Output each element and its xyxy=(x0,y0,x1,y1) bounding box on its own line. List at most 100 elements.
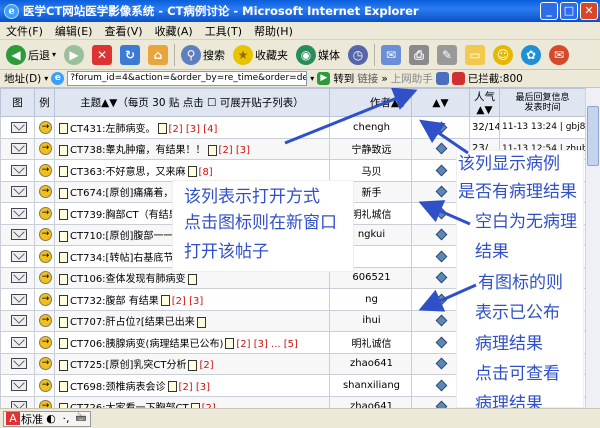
print-button[interactable]: ⎙ xyxy=(407,43,431,67)
open-new-window-icon[interactable]: → xyxy=(39,142,52,156)
pathology-result-icon[interactable] xyxy=(435,250,448,262)
pathology-result-icon[interactable] xyxy=(435,336,448,348)
links-label[interactable]: 链接 xyxy=(357,71,378,86)
pathology-result-icon[interactable] xyxy=(435,379,448,391)
messenger-button[interactable]: ☺ xyxy=(491,43,515,67)
row-author-cell[interactable]: zhao641 xyxy=(329,395,412,408)
minimize-button[interactable]: _ xyxy=(540,2,558,20)
favorites-button[interactable]: ★ 收藏夹 xyxy=(231,43,290,67)
discuss-button[interactable]: ✉ xyxy=(547,43,571,67)
row-subject-cell[interactable]: CT725:[原创]乳突CT分析 [2] xyxy=(54,352,330,375)
ime-mode-icon[interactable]: A xyxy=(6,412,20,425)
row-author-cell[interactable]: ihui xyxy=(329,309,412,332)
row-subject-cell[interactable]: CT707:肝占位?[结果已出来 xyxy=(54,309,330,332)
row-open-cell[interactable]: → xyxy=(34,137,55,160)
pathology-result-icon[interactable] xyxy=(435,357,448,370)
row-subject-cell[interactable]: CT738:睾丸肿瘤，有结果！！ [2] [3] xyxy=(54,137,330,160)
upload-helper[interactable]: 上网助手 xyxy=(391,71,433,86)
row-subject-cell[interactable]: CT431:左肺病变。 [2] [3] [4] xyxy=(54,116,330,139)
row-open-cell[interactable]: → xyxy=(34,202,55,225)
open-new-window-icon[interactable]: → xyxy=(39,378,52,392)
mail-button[interactable]: ✉ xyxy=(379,43,403,67)
row-author-cell[interactable]: 明礼诚信 xyxy=(329,331,412,354)
pathology-result-icon[interactable] xyxy=(435,164,448,176)
row-open-cell[interactable]: → xyxy=(34,395,55,408)
pathology-result-icon[interactable] xyxy=(435,271,448,284)
header-views[interactable]: 人气▲▼ xyxy=(469,88,500,117)
row-subject-cell[interactable]: CT363:不好意思，又来麻 [8] xyxy=(54,159,330,182)
page-list-icon[interactable] xyxy=(188,359,198,371)
address-dropdown-icon[interactable]: ▾ xyxy=(310,74,314,83)
page-list-icon[interactable] xyxy=(187,273,197,285)
forward-button[interactable]: ▶ xyxy=(62,43,86,67)
header-subject[interactable]: 主题▲▼（每页 30 贴 点击 ☐ 可展开贴子列表） xyxy=(54,88,330,117)
row-open-cell[interactable]: → xyxy=(34,309,55,332)
folder-button[interactable]: ▭ xyxy=(463,43,487,67)
pathology-result-icon[interactable] xyxy=(435,400,448,408)
back-button[interactable]: ◀ 后退 ▾ xyxy=(4,43,58,67)
edit-button[interactable]: ✎ xyxy=(435,43,459,67)
pathology-result-icon[interactable] xyxy=(435,121,448,133)
row-subject-cell[interactable]: CT732:腹部 有结果 [2] [3] xyxy=(54,288,330,311)
row-author-cell[interactable]: chengh xyxy=(329,116,412,139)
pathology-result-icon[interactable] xyxy=(435,314,448,327)
open-new-window-icon[interactable]: → xyxy=(39,206,52,220)
page-list-icon[interactable] xyxy=(196,316,206,328)
row-open-cell[interactable]: → xyxy=(34,180,55,203)
open-new-window-icon[interactable]: → xyxy=(39,163,52,177)
pathology-result-icon[interactable] xyxy=(435,293,448,305)
open-new-window-icon[interactable]: → xyxy=(39,271,52,285)
open-new-window-icon[interactable]: → xyxy=(39,314,52,328)
pathology-result-icon[interactable] xyxy=(435,207,448,219)
stop-button[interactable]: ✕ xyxy=(90,43,114,67)
media-button[interactable]: ◉ 媒体 xyxy=(294,43,342,67)
page-list-icon[interactable] xyxy=(187,166,197,178)
ime-toolbar[interactable]: A 标准 ◐ ·, 🖮 xyxy=(3,410,91,427)
menu-favorites[interactable]: 收藏(A) xyxy=(155,23,193,39)
open-new-window-icon[interactable]: → xyxy=(39,228,52,242)
pathology-result-icon[interactable] xyxy=(435,228,448,241)
row-last-reply-cell[interactable]: 11-13 13:24 | gbj8004 xyxy=(499,116,586,139)
row-open-cell[interactable]: → xyxy=(34,288,55,311)
go-button[interactable]: 转到 xyxy=(333,71,354,86)
menu-file[interactable]: 文件(F) xyxy=(6,23,43,39)
search-button[interactable]: ⚲ 搜索 xyxy=(179,43,227,67)
row-open-cell[interactable]: → xyxy=(34,352,55,375)
row-open-cell[interactable]: → xyxy=(34,159,55,182)
chevron-right-icon[interactable]: » xyxy=(381,73,387,85)
row-pathology-cell[interactable] xyxy=(411,116,470,139)
page-list-icon[interactable] xyxy=(225,338,235,350)
row-open-cell[interactable]: → xyxy=(34,331,55,354)
menu-edit[interactable]: 编辑(E) xyxy=(55,23,93,39)
open-new-window-icon[interactable]: → xyxy=(39,292,52,306)
maximize-button[interactable]: □ xyxy=(560,2,578,20)
menu-view[interactable]: 查看(V) xyxy=(104,23,142,39)
page-list-icon[interactable] xyxy=(167,381,177,393)
row-open-cell[interactable]: → xyxy=(34,245,55,268)
pathology-result-icon[interactable] xyxy=(435,142,448,155)
row-subject-cell[interactable]: CT726:大家看一下胸部CT[2] xyxy=(54,395,330,408)
vertical-scrollbar[interactable] xyxy=(585,88,600,408)
open-new-window-icon[interactable]: → xyxy=(39,185,52,199)
menu-tools[interactable]: 工具(T) xyxy=(205,23,242,39)
ime-punctuation-icon[interactable]: ·, xyxy=(59,412,73,425)
page-list-icon[interactable] xyxy=(157,123,167,135)
menu-help[interactable]: 帮助(H) xyxy=(254,23,293,39)
refresh-button[interactable]: ↻ xyxy=(118,43,142,67)
ime-standard[interactable]: 标准 xyxy=(21,411,43,427)
row-author-cell[interactable]: 马贝 xyxy=(329,159,412,182)
page-list-icon[interactable] xyxy=(160,295,170,307)
address-input[interactable]: ?forum_id=4&action=&order_by=re_time&ord… xyxy=(67,71,308,86)
row-author-cell[interactable]: ng xyxy=(329,288,412,311)
msn-button[interactable]: ✿ xyxy=(519,43,543,67)
row-author-cell[interactable]: zhao641 xyxy=(329,352,412,375)
ime-halfwidth-icon[interactable]: ◐ xyxy=(44,412,58,425)
row-author-cell[interactable]: 宁静致远 xyxy=(329,137,412,160)
row-subject-cell[interactable]: CT706:胰腺病变(病理结果已公布) [2] [3] ... [5] xyxy=(54,331,330,354)
row-open-cell[interactable]: → xyxy=(34,116,55,139)
open-new-window-icon[interactable]: → xyxy=(39,249,52,263)
history-button[interactable]: ◷ xyxy=(346,43,370,67)
scrollbar-thumb[interactable] xyxy=(587,106,599,166)
row-subject-cell[interactable]: CT698:颈椎病表会诊 [2] [3] xyxy=(54,374,330,397)
row-open-cell[interactable]: → xyxy=(34,266,55,289)
